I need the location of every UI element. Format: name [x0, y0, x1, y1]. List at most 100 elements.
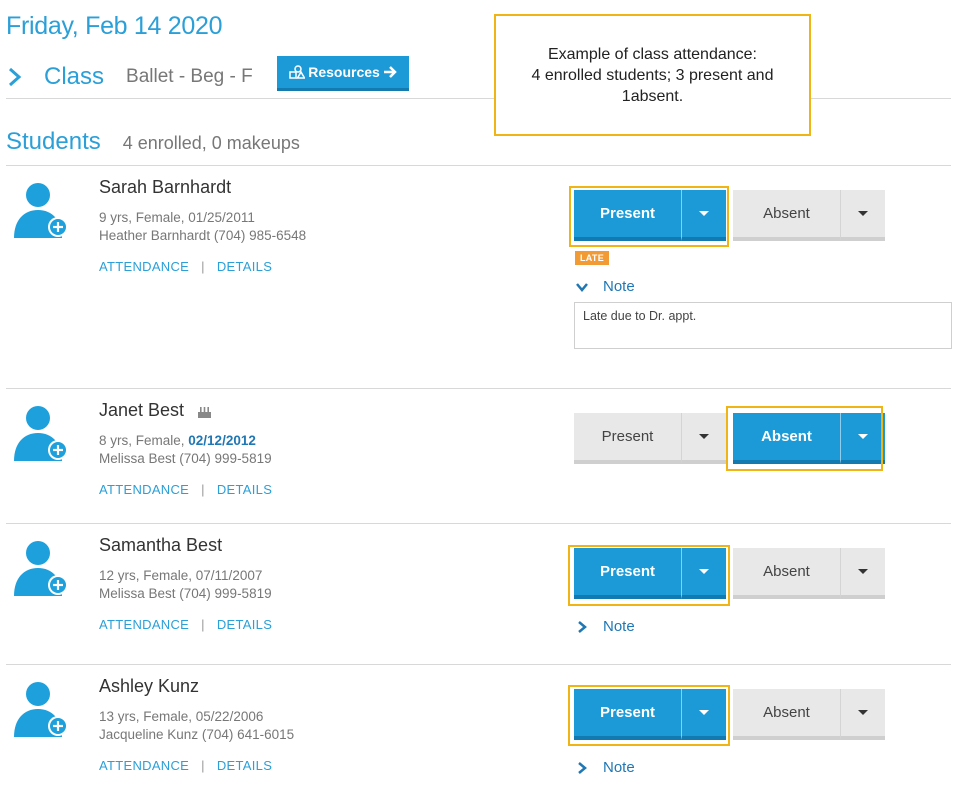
link-separator: |: [201, 482, 205, 497]
attendance-toggle: Absent: [733, 190, 885, 241]
caret-down-icon: [858, 211, 868, 216]
caret-down-icon: [699, 569, 709, 574]
present-dropdown[interactable]: [681, 190, 726, 241]
details-link[interactable]: DETAILS: [217, 758, 272, 773]
student-links: ATTENDANCE | DETAILS: [99, 482, 272, 497]
link-separator: |: [201, 259, 205, 274]
present-dropdown[interactable]: [681, 689, 726, 740]
student-avatar-icon[interactable]: [14, 538, 70, 600]
divider: [6, 664, 951, 665]
students-header: Students 4 enrolled, 0 makeups: [6, 128, 300, 156]
class-row: Class Ballet - Beg - F: [6, 60, 253, 94]
note-toggle[interactable]: Note: [575, 759, 635, 776]
absent-button[interactable]: Absent: [733, 689, 840, 740]
student-info: 12 yrs, Female, 07/11/2007 Melissa Best …: [99, 567, 272, 603]
attendance-toggle: Absent: [733, 413, 885, 464]
absent-dropdown[interactable]: [840, 689, 885, 740]
absent-dropdown[interactable]: [840, 548, 885, 599]
details-link[interactable]: DETAILS: [217, 617, 272, 632]
absent-button[interactable]: Absent: [733, 190, 840, 241]
late-badge: LATE: [575, 251, 610, 265]
annotation-callout: Example of class attendance: 4 enrolled …: [494, 14, 811, 136]
present-button[interactable]: Present: [574, 548, 681, 599]
attendance-toggle: Present: [574, 548, 726, 599]
student-name[interactable]: Janet Best: [99, 400, 184, 420]
callout-line: Example of class attendance:: [547, 45, 757, 63]
details-link[interactable]: DETAILS: [217, 482, 272, 497]
caret-down-icon: [699, 211, 709, 216]
note-toggle[interactable]: Note: [575, 618, 635, 635]
attendance-link[interactable]: ATTENDANCE: [99, 617, 189, 632]
students-title: Students: [6, 128, 101, 155]
note-toggle[interactable]: Note: [575, 278, 635, 295]
chevron-right-icon: [578, 761, 587, 774]
divider: [6, 165, 951, 166]
class-name: Ballet - Beg - F: [126, 66, 253, 87]
student-avatar-icon[interactable]: [14, 403, 70, 465]
present-button[interactable]: Present: [574, 190, 681, 241]
caret-down-icon: [699, 710, 709, 715]
absent-button[interactable]: Absent: [733, 548, 840, 599]
resources-button[interactable]: Resources: [277, 56, 409, 91]
attendance-link[interactable]: ATTENDANCE: [99, 259, 189, 274]
student-name[interactable]: Sarah Barnhardt: [99, 177, 231, 198]
student-avatar-icon[interactable]: [14, 679, 70, 741]
caret-down-icon: [699, 434, 709, 439]
present-button[interactable]: Present: [574, 413, 681, 464]
page-date: Friday, Feb 14 2020: [6, 12, 223, 40]
link-separator: |: [201, 617, 205, 632]
students-count: 4 enrolled, 0 makeups: [122, 133, 300, 153]
student-name-row: Janet Best: [99, 400, 212, 421]
attendance-link[interactable]: ATTENDANCE: [99, 482, 189, 497]
student-demographics: 12 yrs, Female, 07/11/2007: [99, 568, 263, 583]
absent-button[interactable]: Absent: [733, 413, 840, 464]
student-links: ATTENDANCE | DETAILS: [99, 259, 272, 274]
note-label: Note: [603, 618, 635, 635]
attendance-toggle: Absent: [733, 548, 885, 599]
note-label: Note: [603, 759, 635, 776]
birthday-cake-icon: [198, 406, 212, 418]
shapes-icon: [289, 65, 306, 79]
absent-dropdown[interactable]: [840, 413, 885, 464]
student-guardian: Jacqueline Kunz (704) 641-6015: [99, 727, 295, 742]
class-label: Class: [44, 63, 105, 90]
student-guardian: Melissa Best (704) 999-5819: [99, 451, 272, 466]
present-button[interactable]: Present: [574, 689, 681, 740]
caret-down-icon: [858, 569, 868, 574]
attendance-toggle: Absent: [733, 689, 885, 740]
student-guardian: Melissa Best (704) 999-5819: [99, 586, 272, 601]
student-guardian: Heather Barnhardt (704) 985-6548: [99, 228, 307, 243]
note-label: Note: [603, 278, 635, 295]
student-demographics: 8 yrs, Female,: [99, 433, 189, 448]
present-dropdown[interactable]: [681, 548, 726, 599]
divider: [6, 523, 951, 524]
absent-dropdown[interactable]: [840, 190, 885, 241]
attendance-toggle: Present: [574, 689, 726, 740]
student-links: ATTENDANCE | DETAILS: [99, 617, 272, 632]
details-link[interactable]: DETAILS: [217, 259, 272, 274]
attendance-toggle: Present: [574, 413, 726, 464]
student-name[interactable]: Samantha Best: [99, 535, 222, 556]
student-demographics: 13 yrs, Female, 05/22/2006: [99, 709, 264, 724]
caret-down-icon: [858, 710, 868, 715]
divider: [6, 388, 951, 389]
chevron-right-icon: [578, 620, 587, 633]
arrow-right-icon: [383, 66, 397, 78]
link-separator: |: [201, 758, 205, 773]
note-textarea[interactable]: Late due to Dr. appt.: [574, 302, 952, 349]
callout-line: 1absent.: [621, 87, 684, 105]
attendance-toggle: Present: [574, 190, 726, 241]
present-dropdown[interactable]: [681, 413, 726, 464]
birthday-date: 02/12/2012: [188, 433, 256, 448]
callout-line: 4 enrolled students; 3 present and: [531, 66, 774, 84]
resources-label: Resources: [308, 64, 380, 80]
student-demographics: 9 yrs, Female, 01/25/2011: [99, 210, 255, 225]
student-info: 13 yrs, Female, 05/22/2006 Jacqueline Ku…: [99, 708, 294, 744]
caret-down-icon: [858, 434, 868, 439]
attendance-link[interactable]: ATTENDANCE: [99, 758, 189, 773]
student-avatar-icon[interactable]: [14, 180, 70, 242]
chevron-right-icon[interactable]: [6, 65, 24, 89]
student-info: 9 yrs, Female, 01/25/2011 Heather Barnha…: [99, 209, 306, 245]
student-links: ATTENDANCE | DETAILS: [99, 758, 272, 773]
student-name[interactable]: Ashley Kunz: [99, 676, 199, 697]
